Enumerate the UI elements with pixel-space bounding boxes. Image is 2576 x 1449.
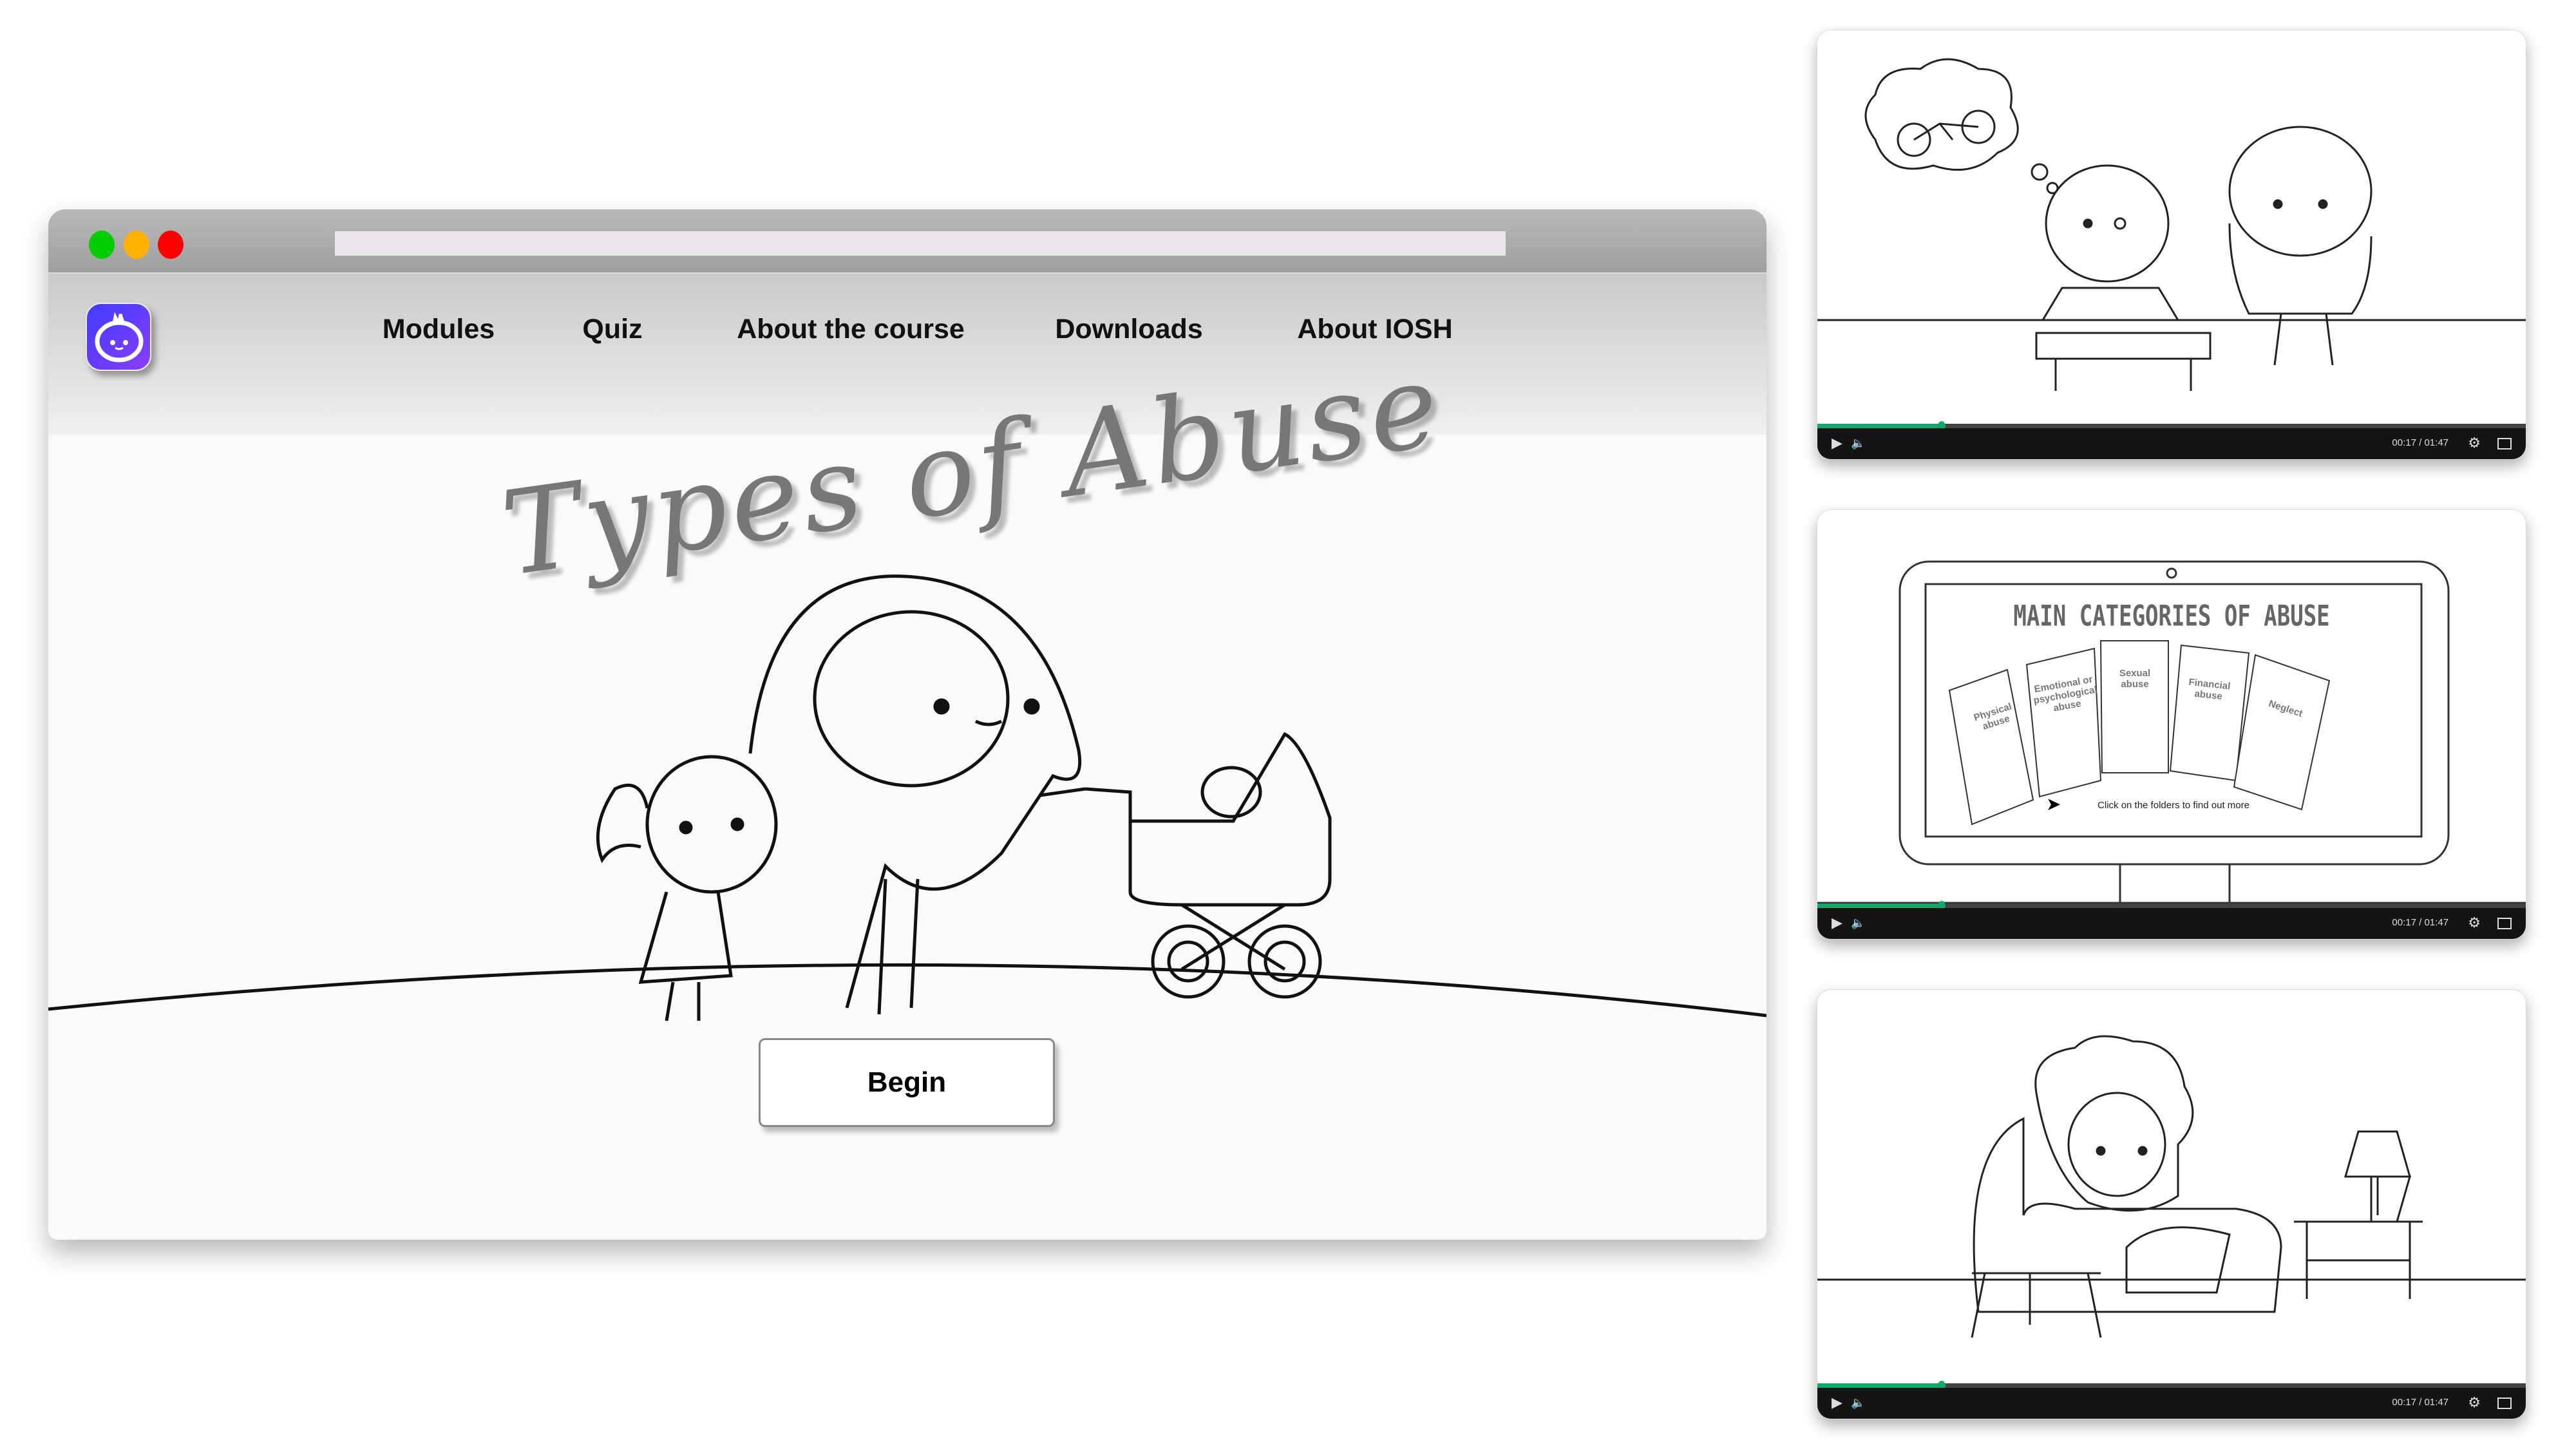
mother-character bbox=[748, 574, 1086, 1015]
settings-gear-icon[interactable]: ⚙ bbox=[2468, 914, 2481, 931]
pram bbox=[1084, 732, 1332, 999]
mouse-cursor-icon: ➤ bbox=[2046, 794, 2061, 814]
volume-icon[interactable]: 🔈 bbox=[1851, 914, 1865, 931]
time-display: 00:17 / 01:47 bbox=[2392, 437, 2448, 448]
progress-bar[interactable] bbox=[1817, 901, 2526, 911]
control-bar: ▶ 🔈 00:17 / 01:47 ⚙ bbox=[1817, 908, 2526, 939]
control-bar: ▶ 🔈 00:17 / 01:47 ⚙ bbox=[1817, 1388, 2526, 1419]
time-display: 00:17 / 01:47 bbox=[2392, 1397, 2448, 1408]
slide-title: MAIN CATEGORIES OF ABUSE bbox=[2013, 600, 2330, 633]
play-icon[interactable]: ▶ bbox=[1832, 1394, 1842, 1411]
video-player-2[interactable]: MAIN CATEGORIES OF ABUSE Physical abuse … bbox=[1817, 509, 2526, 940]
video-frame-monitor bbox=[1817, 560, 2526, 904]
settings-gear-icon[interactable]: ⚙ bbox=[2468, 1394, 2481, 1411]
video-frame-elderly-woman bbox=[1817, 1035, 2526, 1338]
girl-character bbox=[596, 755, 778, 1021]
folder-sexual-abuse[interactable]: Sexual abuse bbox=[2112, 668, 2157, 690]
fullscreen-icon[interactable] bbox=[2497, 438, 2512, 450]
control-bar: ▶ 🔈 00:17 / 01:47 ⚙ bbox=[1817, 428, 2526, 459]
volume-icon[interactable]: 🔈 bbox=[1851, 1394, 1865, 1411]
progress-bar[interactable] bbox=[1817, 1381, 2526, 1390]
time-display: 00:17 / 01:47 bbox=[2392, 917, 2448, 928]
video-player-3[interactable]: ▶ 🔈 00:17 / 01:47 ⚙ bbox=[1817, 989, 2526, 1419]
fullscreen-icon[interactable] bbox=[2497, 918, 2512, 929]
fullscreen-icon[interactable] bbox=[2497, 1397, 2512, 1409]
settings-gear-icon[interactable]: ⚙ bbox=[2468, 435, 2481, 451]
play-icon[interactable]: ▶ bbox=[1832, 914, 1842, 931]
browser-window: Modules Quiz About the course Downloads … bbox=[48, 209, 1766, 1240]
volume-icon[interactable]: 🔈 bbox=[1851, 435, 1865, 451]
slide-hint: Click on the folders to find out more bbox=[2098, 800, 2249, 811]
video-player-1[interactable]: ▶ 🔈 00:17 / 01:47 ⚙ bbox=[1817, 30, 2526, 460]
video-frame-classroom bbox=[1817, 58, 2526, 391]
play-icon[interactable]: ▶ bbox=[1832, 435, 1842, 451]
begin-button[interactable]: Begin bbox=[759, 1038, 1055, 1127]
progress-bar[interactable] bbox=[1817, 421, 2526, 431]
